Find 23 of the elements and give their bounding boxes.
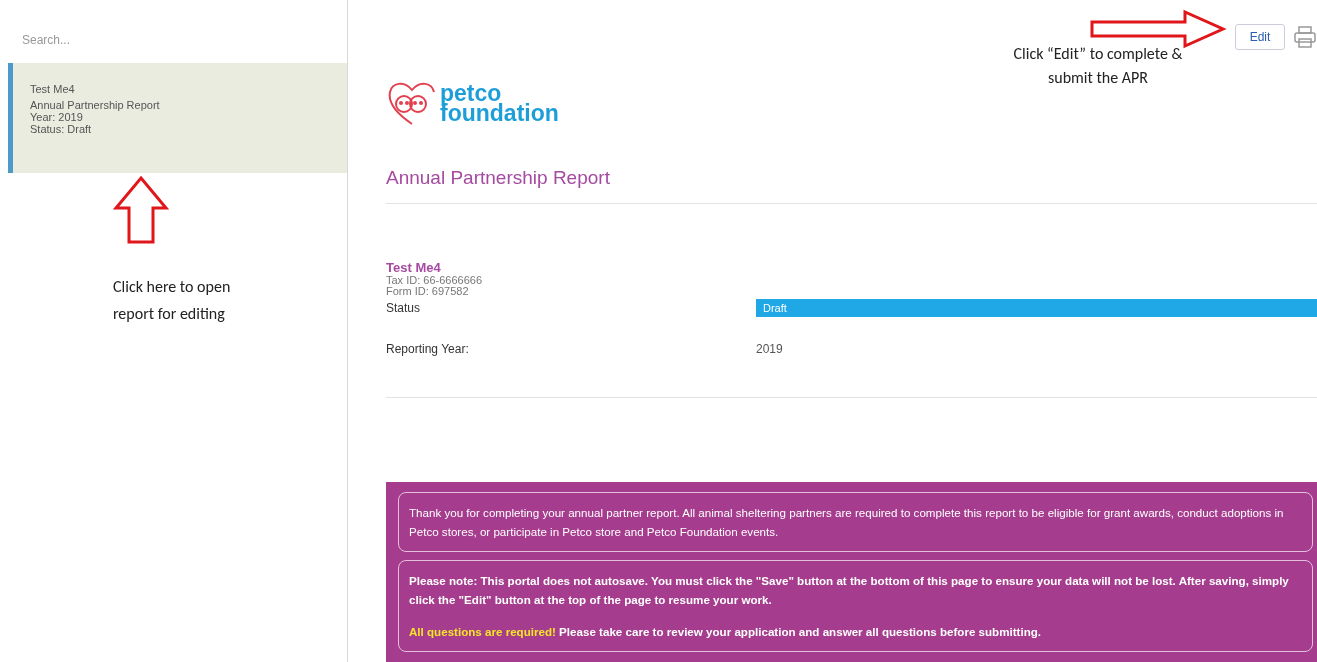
form-id: Form ID: 697582 xyxy=(386,285,469,297)
edit-button[interactable]: Edit xyxy=(1235,24,1285,50)
status-badge: Draft xyxy=(756,298,1317,317)
annotation-text: Click “Edit” to complete & submit the APR xyxy=(1012,43,1184,89)
logo-text: petco foundation xyxy=(440,83,559,123)
up-arrow-icon xyxy=(113,175,169,245)
printer-icon[interactable] xyxy=(1293,25,1317,49)
notice-text: Please note: This portal does not autosave. You must click the "Save" button at the bottom of this page to ensure your data will not be lost. After saving, simply click the "Edit" button at the top of the page to resume your work. xyxy=(409,573,1290,608)
item-text: Status: Draft xyxy=(30,123,92,135)
notice-text: All questions are required! Please take care to review your application and answer all questions before submitting. xyxy=(409,624,1043,640)
annotation-text: Click here to open report for editing xyxy=(113,276,232,325)
field-label: Status xyxy=(386,300,421,315)
report-title: Annual Partnership Report xyxy=(386,166,610,189)
item-text: Year: 2019 xyxy=(30,111,83,123)
item-text: Annual Partnership Report xyxy=(30,99,160,111)
field-label: Reporting Year: xyxy=(386,341,469,356)
item-text: Test Me4 xyxy=(30,83,75,95)
organization-name: Test Me4 xyxy=(386,259,441,275)
notice-text: Thank you for completing your annual partner report. All animal sheltering partners are required to complete this report to be eligible for grant awards, conduct adoptions in Petco stores, or participate in Petco store and Petco Foundation events. xyxy=(409,505,1285,540)
tax-id: Tax ID: 66-6666666 xyxy=(386,274,482,286)
field-value: 2019 xyxy=(756,341,783,356)
right-arrow-icon xyxy=(1089,9,1227,49)
report-list-item[interactable]: Test Me4 Annual Partnership Report Year: 2019 Status: Draft xyxy=(8,63,347,173)
